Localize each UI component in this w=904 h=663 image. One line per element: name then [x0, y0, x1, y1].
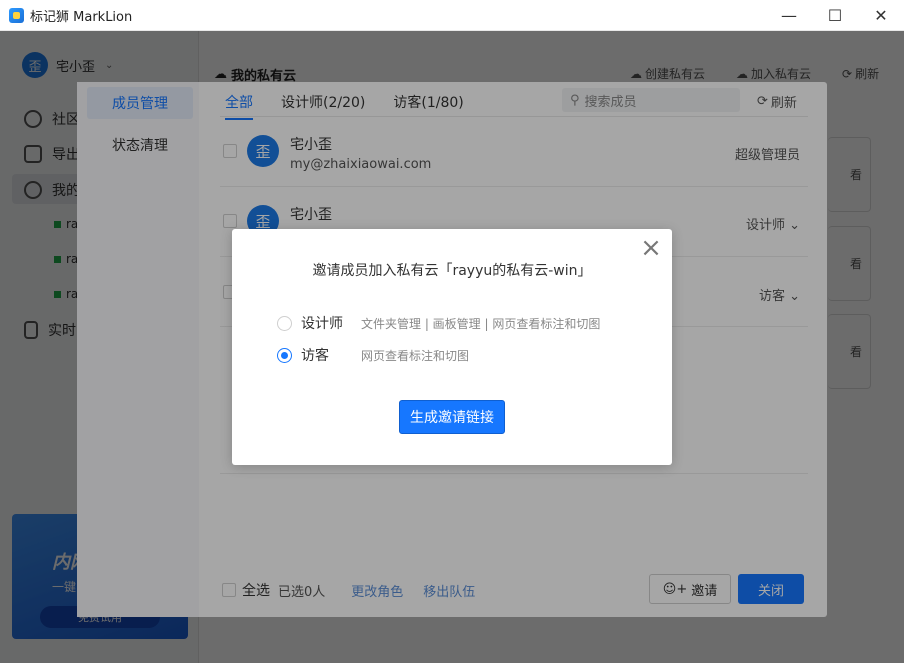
invite-dialog: × 邀请成员加入私有云「rayyu的私有云-win」 设计师 文件夹管理 | 画… [232, 229, 672, 465]
app-logo-icon [9, 7, 24, 23]
option-label: 设计师 [301, 316, 343, 332]
option-label: 访客 [301, 348, 329, 364]
option-designer[interactable]: 设计师 文件夹管理 | 画板管理 | 网页查看标注和切图 [277, 313, 600, 333]
option-description: 网页查看标注和切图 [361, 348, 470, 363]
close-window-button[interactable]: ✕ [858, 0, 904, 31]
generate-invite-link-button[interactable]: 生成邀请链接 [399, 400, 505, 434]
title-bar: 标记狮 MarkLion — ☐ ✕ [0, 0, 904, 31]
designer-radio[interactable] [277, 315, 292, 331]
maximize-button[interactable]: ☐ [812, 0, 858, 31]
minimize-button[interactable]: — [766, 0, 812, 31]
window-title: 标记狮 MarkLion [30, 9, 133, 25]
close-icon[interactable]: × [640, 235, 662, 261]
dialog-title: 邀请成员加入私有云「rayyu的私有云-win」 [312, 263, 592, 279]
option-visitor[interactable]: 访客 网页查看标注和切图 [277, 345, 469, 365]
visitor-radio[interactable] [277, 347, 292, 363]
option-description: 文件夹管理 | 画板管理 | 网页查看标注和切图 [361, 316, 601, 331]
